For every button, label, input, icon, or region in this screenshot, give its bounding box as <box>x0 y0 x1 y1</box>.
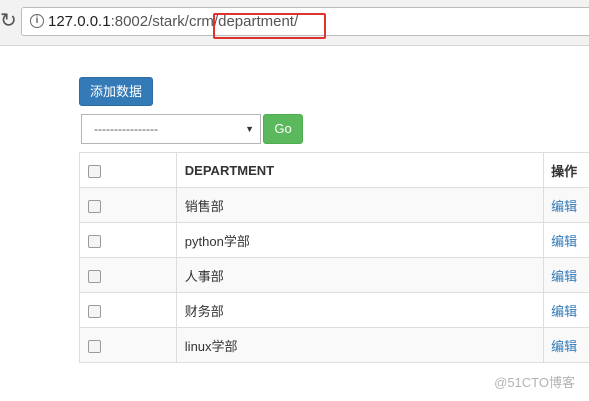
table-row: 财务部 编辑 <box>79 292 589 328</box>
table-row: 人事部 编辑 <box>79 257 589 293</box>
edit-cell: 编辑 <box>543 222 589 258</box>
edit-link[interactable]: 编辑 <box>551 199 577 214</box>
action-select-value: ---------------- <box>94 122 158 136</box>
department-name: linux学部 <box>175 327 545 363</box>
action-select[interactable]: ---------------- ▼ <box>81 114 261 144</box>
header-checkbox-cell <box>79 152 177 188</box>
edit-link[interactable]: 编辑 <box>551 269 577 284</box>
edit-cell: 编辑 <box>543 187 589 223</box>
chevron-down-icon: ▼ <box>245 124 254 134</box>
table-header-row: DEPARTMENT 操作 <box>79 152 589 188</box>
header-actions: 操作 <box>543 152 589 188</box>
add-data-button[interactable]: 添加数据 <box>79 77 153 106</box>
reload-icon[interactable]: ↻ <box>0 11 17 31</box>
go-button[interactable]: Go <box>263 114 303 144</box>
row-checkbox[interactable] <box>88 339 101 353</box>
url-host: 127.0.0.1 <box>48 13 111 30</box>
edit-link[interactable]: 编辑 <box>551 339 577 354</box>
table-row: python学部 编辑 <box>79 222 589 258</box>
info-icon[interactable]: i <box>30 14 44 28</box>
row-checkbox-cell <box>79 292 177 328</box>
department-name: 财务部 <box>175 292 545 328</box>
annotation-highlight-box <box>213 13 326 39</box>
row-checkbox-cell <box>79 257 177 293</box>
row-checkbox[interactable] <box>88 304 101 318</box>
department-table: DEPARTMENT 操作 销售部 编辑 python学部 编辑 人事部 编辑 … <box>79 152 589 363</box>
row-checkbox-cell <box>79 187 177 223</box>
header-department: DEPARTMENT <box>175 152 545 188</box>
row-checkbox[interactable] <box>88 199 101 213</box>
watermark: @51CTO博客 <box>494 375 575 390</box>
select-all-checkbox[interactable] <box>88 164 101 178</box>
edit-link[interactable]: 编辑 <box>551 304 577 319</box>
row-checkbox-cell <box>79 222 177 258</box>
edit-cell: 编辑 <box>543 327 589 363</box>
row-checkbox[interactable] <box>88 234 101 248</box>
row-checkbox[interactable] <box>88 269 101 283</box>
department-name: 销售部 <box>175 187 545 223</box>
department-name: 人事部 <box>175 257 545 293</box>
department-name: python学部 <box>175 222 545 258</box>
edit-cell: 编辑 <box>543 292 589 328</box>
edit-link[interactable]: 编辑 <box>551 234 577 249</box>
row-checkbox-cell <box>79 327 177 363</box>
table-row: linux学部 编辑 <box>79 327 589 363</box>
edit-cell: 编辑 <box>543 257 589 293</box>
table-row: 销售部 编辑 <box>79 187 589 223</box>
